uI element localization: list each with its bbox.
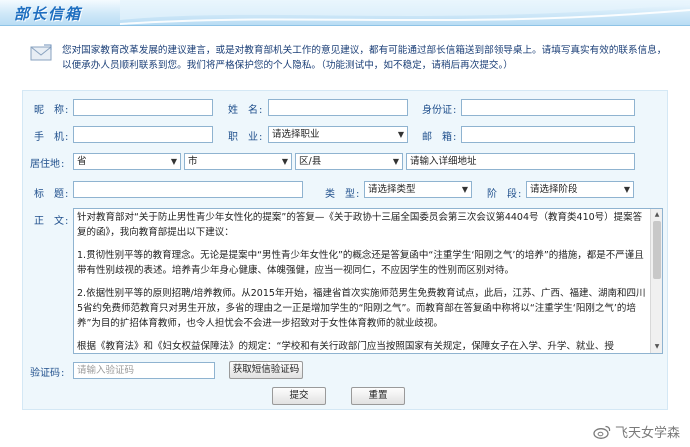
watermark: 飞天女学森 bbox=[593, 422, 680, 441]
get-sms-code-button[interactable]: 获取短信验证码 bbox=[229, 361, 303, 379]
nickname-label: 昵 称: bbox=[34, 105, 69, 116]
address-input[interactable]: 请输入详细地址 bbox=[406, 153, 635, 170]
body-paragraph: 根据《教育法》和《妇女权益保障法》的规定：“学校和有关行政部门应当按照国家有关规… bbox=[77, 341, 614, 352]
city-select[interactable]: 市 ▼ bbox=[184, 153, 292, 170]
captcha-input[interactable]: 请输入验证码 bbox=[73, 362, 215, 379]
stage-select[interactable]: 请选择阶段 ▼ bbox=[526, 181, 634, 198]
body-text: 针对教育部对“关于防止男性青少年女性化的提案”的答复—《关于政协十三届全国委员会… bbox=[77, 210, 649, 353]
job-label: 职 业: bbox=[228, 132, 263, 143]
notice-line-1: 您对国家教育改革发展的建议建言，或是对教育部机关工作的意见建议，都有可能通过部长… bbox=[62, 45, 667, 56]
body-paragraph: 2.依据性别平等的原则招聘/培养教师。从2015年开始，福建省首次实施师范男生免… bbox=[77, 288, 646, 329]
type-select[interactable]: 请选择类型 ▼ bbox=[364, 181, 472, 198]
body-paragraph: 1.贯彻性别平等的教育理念。无论是提案中“男性青少年女性化”的概念还是答复函中“… bbox=[77, 250, 644, 276]
job-select[interactable]: 请选择职业 ▼ bbox=[268, 126, 408, 143]
scroll-down-icon[interactable]: ▼ bbox=[652, 342, 662, 352]
idcard-input[interactable] bbox=[461, 99, 635, 116]
chevron-down-icon: ▼ bbox=[170, 157, 177, 166]
body-paragraph: 针对教育部对“关于防止男性青少年女性化的提案”的答复—《关于政协十三届全国委员会… bbox=[77, 212, 643, 238]
chevron-down-icon: ▼ bbox=[281, 157, 288, 166]
phone-input[interactable] bbox=[73, 126, 213, 143]
phone-label: 手 机: bbox=[34, 132, 69, 143]
notice-line-2: 以便承办人员顺利联系到您。我们将严格保护您的个人隐私。（功能测试中，如不稳定，请… bbox=[62, 60, 513, 71]
watermark-text: 飞天女学森 bbox=[614, 426, 680, 441]
scrollbar-thumb[interactable] bbox=[653, 221, 661, 279]
notice-text: 您对国家教育改革发展的建议建言，或是对教育部机关工作的意见建议，都有可能通过部长… bbox=[62, 43, 674, 73]
title-input[interactable] bbox=[73, 181, 303, 198]
chevron-down-icon: ▼ bbox=[461, 185, 468, 194]
name-input[interactable] bbox=[268, 99, 408, 116]
name-label: 姓 名: bbox=[228, 105, 263, 116]
title-label: 标 题: bbox=[34, 189, 69, 200]
type-label: 类 型: bbox=[325, 189, 360, 200]
email-input[interactable] bbox=[461, 126, 635, 143]
email-label: 邮 箱: bbox=[422, 132, 457, 143]
submit-button[interactable]: 提交 bbox=[272, 387, 326, 405]
address-label: 居住地: bbox=[30, 159, 65, 170]
captcha-label: 验证码: bbox=[30, 368, 65, 379]
idcard-label: 身份证: bbox=[422, 105, 457, 116]
weibo-logo-icon bbox=[593, 425, 611, 439]
body-textarea[interactable]: 针对教育部对“关于防止男性青少年女性化的提案”的答复—《关于政协十三届全国委员会… bbox=[73, 208, 663, 354]
chevron-down-icon: ▼ bbox=[392, 157, 399, 166]
envelope-icon bbox=[30, 44, 52, 61]
nickname-input[interactable] bbox=[73, 99, 213, 116]
vertical-scrollbar[interactable]: ▲ ▼ bbox=[650, 209, 662, 353]
district-select[interactable]: 区/县 ▼ bbox=[295, 153, 403, 170]
body-label: 正 文: bbox=[34, 216, 69, 227]
chevron-down-icon: ▼ bbox=[397, 130, 404, 139]
header-bar: 部长信箱 bbox=[0, 0, 690, 26]
header-swoosh-decoration bbox=[120, 0, 690, 25]
stage-label: 阶 段: bbox=[487, 189, 522, 200]
chevron-down-icon: ▼ bbox=[623, 185, 630, 194]
page-title: 部长信箱 bbox=[14, 5, 83, 23]
reset-button[interactable]: 重置 bbox=[351, 387, 405, 405]
scroll-up-icon[interactable]: ▲ bbox=[652, 210, 662, 220]
province-select[interactable]: 省 ▼ bbox=[73, 153, 181, 170]
